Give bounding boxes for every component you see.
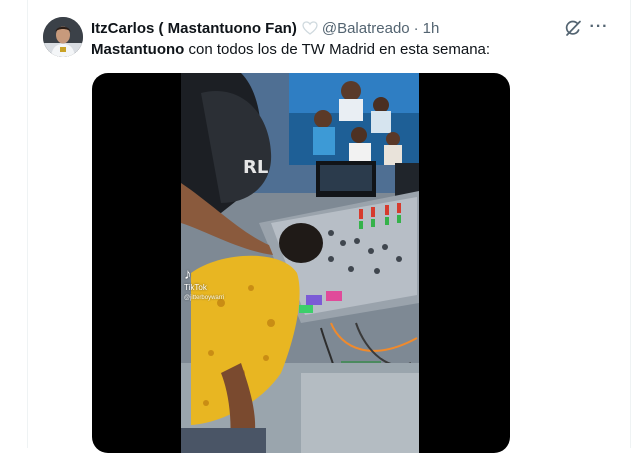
- tiktok-watermark: ♪ TikTok @jitterboywarri: [184, 267, 224, 303]
- tiktok-icon: ♪: [184, 266, 192, 283]
- tiktok-username: @jitterboywarri: [184, 295, 225, 301]
- tweet-text: Mastantuono con todos los de TW Madrid e…: [91, 40, 490, 60]
- column-border-right: [630, 0, 631, 448]
- timestamp[interactable]: 1h: [423, 20, 440, 37]
- author-handle[interactable]: @Balatreado: [322, 20, 410, 37]
- separator-dot: ·: [413, 19, 419, 37]
- avatar[interactable]: [43, 17, 83, 57]
- video-still: RL: [181, 73, 419, 453]
- author-name[interactable]: ItzCarlos ( Mastantuono Fan): [91, 20, 297, 37]
- tweet-text-mention: Mastantuono: [91, 41, 185, 58]
- video-frame: RL ♪ TikTok @jitterboywarri: [181, 73, 419, 453]
- tweet-header: ItzCarlos ( Mastantuono Fan) @Balatreado…: [91, 18, 439, 38]
- tweet-text-body: con todos los de TW Madrid en esta seman…: [184, 41, 491, 58]
- svg-text:RL: RL: [243, 157, 268, 178]
- video-player[interactable]: RL ♪ TikTok @jitterboywarri: [92, 73, 510, 453]
- heart-icon: [302, 20, 318, 36]
- more-icon[interactable]: ···: [588, 16, 610, 38]
- tweet[interactable]: ItzCarlos ( Mastantuono Fan) @Balatreado…: [28, 0, 630, 453]
- tiktok-brand: TikTok: [184, 283, 207, 292]
- grok-icon[interactable]: [563, 18, 583, 38]
